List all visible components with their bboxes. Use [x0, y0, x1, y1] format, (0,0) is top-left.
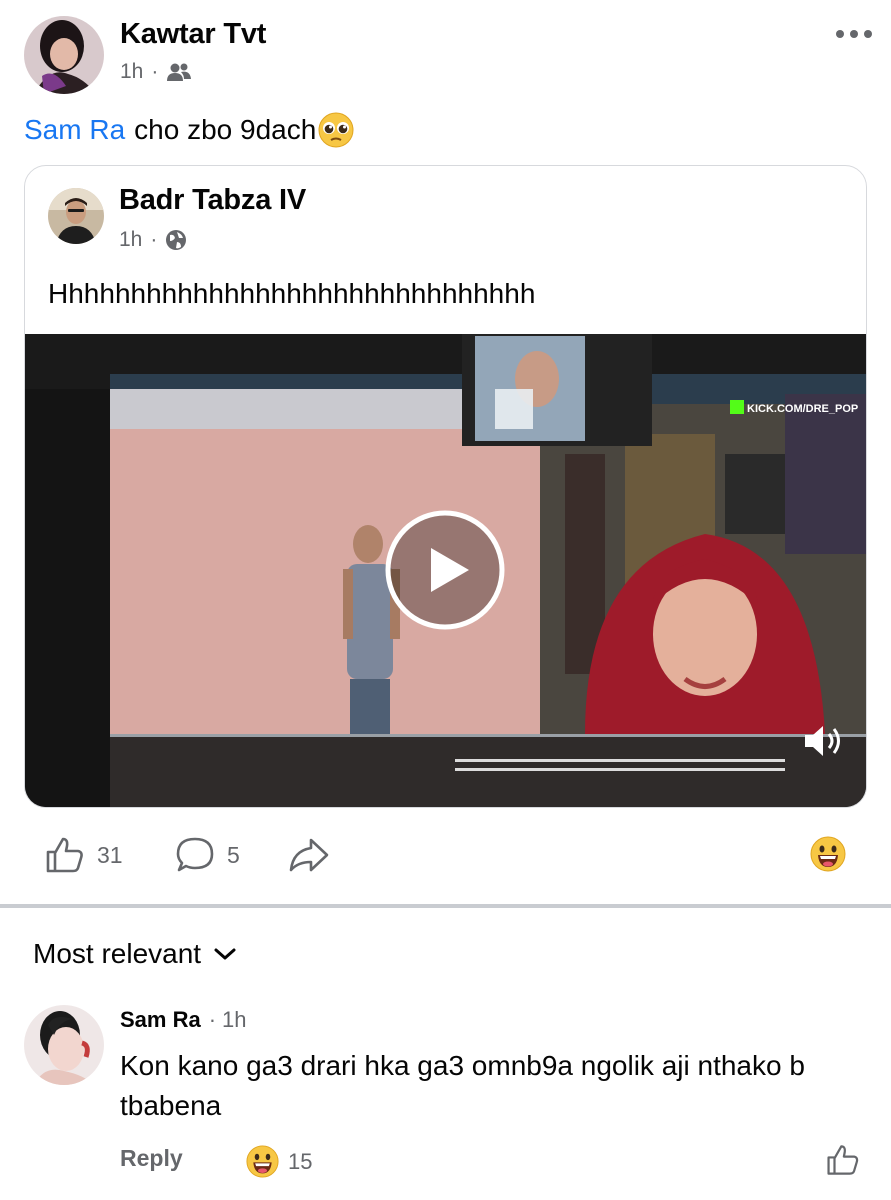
globe-icon	[166, 230, 187, 250]
share-button[interactable]	[288, 836, 330, 874]
comment-time[interactable]: 1h	[222, 1007, 246, 1033]
pleading-face-emoji	[318, 112, 354, 148]
post-author-name[interactable]: Kawtar Tvt	[120, 18, 266, 51]
author-avatar[interactable]	[24, 16, 104, 94]
volume-icon[interactable]	[801, 721, 845, 761]
comment-icon	[176, 837, 214, 872]
meta-separator: ·	[150, 228, 158, 251]
shared-post-card[interactable]: Badr Tabza IV 1h · Hhhhhhhhhhhhhhhhhhhhh…	[24, 165, 867, 808]
reply-button[interactable]: Reply	[120, 1145, 183, 1172]
post-actions: 31 5	[45, 832, 865, 878]
more-options-icon[interactable]	[834, 24, 874, 44]
post-body-text: cho zbo 9dach	[134, 114, 317, 145]
comment-reactions[interactable]: 15	[246, 1145, 312, 1178]
video-watermark: KICK.COM/DRE_POP	[747, 403, 858, 415]
comment-author-name[interactable]: Sam Ra	[120, 1007, 201, 1033]
friends-icon	[167, 63, 192, 81]
shared-post-text: Hhhhhhhhhhhhhhhhhhhhhhhhhhhhhhh	[48, 278, 536, 309]
share-icon	[289, 838, 329, 872]
avatar-image	[48, 188, 104, 244]
grinning-emoji	[246, 1145, 279, 1178]
avatar-image	[24, 16, 104, 94]
comment-button[interactable]: 5	[175, 836, 240, 874]
post-text: Sam Ra cho zbo 9dach	[24, 112, 354, 148]
sort-label: Most relevant	[33, 938, 202, 969]
comment-like-icon[interactable]	[826, 1143, 860, 1177]
like-count: 31	[97, 841, 123, 868]
video-player[interactable]: KICK.COM/DRE_POP	[25, 334, 866, 807]
commenter-avatar[interactable]	[24, 1005, 104, 1085]
meta-separator: ·	[208, 1007, 217, 1032]
comment-sort-dropdown[interactable]: Most relevant	[33, 938, 237, 970]
mention-link[interactable]: Sam Ra	[24, 114, 125, 146]
chevron-down-icon	[214, 948, 236, 960]
like-button[interactable]: 31	[45, 836, 123, 874]
shared-post-meta: 1h ·	[119, 228, 187, 252]
play-icon[interactable]	[385, 510, 505, 630]
post-time[interactable]: 1h	[120, 60, 143, 84]
shared-post-author-name[interactable]: Badr Tabza IV	[119, 184, 306, 217]
comment-header: Sam Ra · 1h	[120, 1007, 247, 1033]
section-divider	[0, 904, 891, 908]
grinning-emoji[interactable]	[810, 836, 846, 872]
thumbs-up-icon	[46, 837, 83, 873]
avatar-image	[24, 1005, 104, 1085]
meta-separator: ·	[151, 60, 159, 83]
shared-post-time[interactable]: 1h	[119, 228, 142, 252]
shared-author-avatar[interactable]	[48, 188, 104, 244]
comment-count: 5	[227, 841, 240, 868]
comment-reaction-count: 15	[288, 1148, 313, 1174]
post-meta: 1h ·	[120, 60, 192, 84]
post-header: Kawtar Tvt 1h ·	[24, 14, 874, 98]
comment-text: Kon kano ga3 drari hka ga3 omnb9a ngolik…	[120, 1050, 805, 1121]
